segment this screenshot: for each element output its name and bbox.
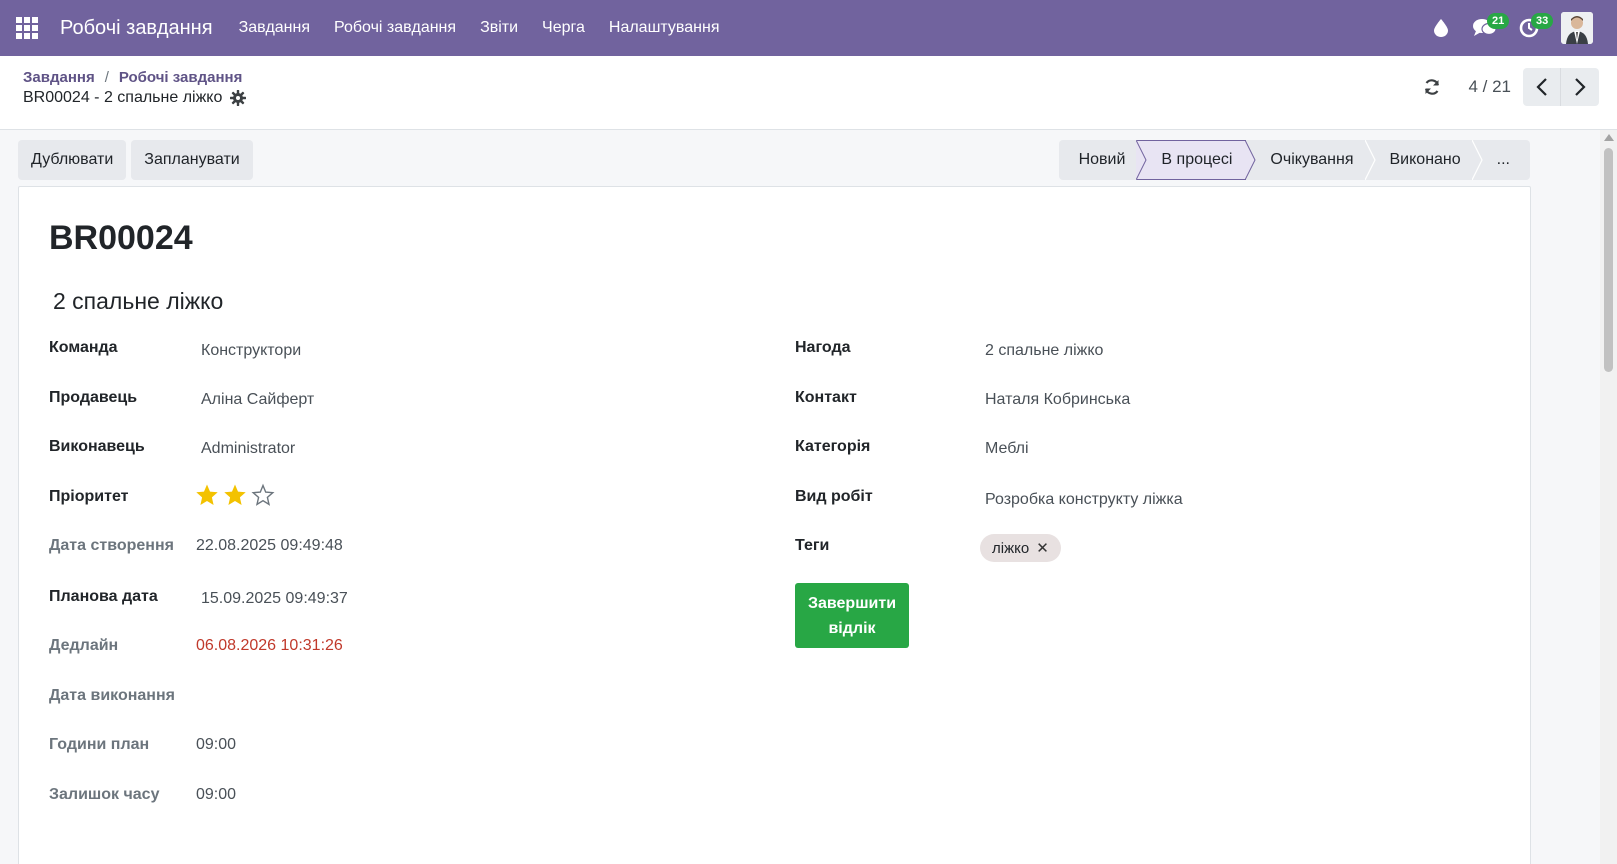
menu-item-tasks[interactable]: Завдання — [227, 0, 322, 56]
duplicate-button[interactable]: Дублювати — [18, 140, 127, 180]
stage-arrow — [1245, 140, 1256, 180]
user-portrait-icon — [1561, 12, 1593, 44]
reload-button[interactable] — [1414, 69, 1450, 105]
debug-droplet-button[interactable] — [1419, 0, 1463, 56]
activities-button[interactable]: 33 — [1507, 0, 1554, 56]
main-menu: Завдання Робочі завдання Звіти Черга Нал… — [227, 0, 732, 56]
done-date-label: Дата виконання — [49, 687, 175, 704]
star-filled-icon[interactable] — [195, 483, 219, 507]
stage-done[interactable]: Виконано — [1365, 140, 1483, 180]
stage-label: Новий — [1078, 151, 1126, 168]
scrollbar-thumb[interactable] — [1604, 148, 1613, 372]
tag-remove-icon[interactable]: ✕ — [1036, 539, 1049, 557]
breadcrumb-item-tasks[interactable]: Завдання — [23, 69, 95, 86]
category-field[interactable]: Меблі — [985, 440, 1029, 458]
chevron-left-icon — [1535, 78, 1547, 96]
schedule-button[interactable]: Запланувати — [131, 140, 253, 180]
create-date-value: 22.08.2025 09:49:48 — [196, 537, 343, 554]
record-reference: BR00024 — [49, 219, 193, 257]
pager-previous-button[interactable] — [1523, 68, 1561, 106]
record-title-row: BR00024 - 2 спальне ліжко — [23, 89, 247, 107]
team-field[interactable]: Конструктори — [201, 342, 301, 360]
activities-count-badge: 33 — [1531, 13, 1554, 29]
breadcrumb-item-work-tasks[interactable]: Робочі завдання — [119, 69, 242, 86]
assignee-field[interactable]: Administrator — [201, 440, 295, 458]
planned-hours-value: 09:00 — [196, 736, 237, 753]
record-name-field[interactable]: 2 спальне ліжко — [53, 288, 223, 315]
stage-label: Очікування — [1270, 151, 1354, 168]
stage-in-progress[interactable]: В процесі — [1137, 140, 1256, 180]
gear-icon — [230, 90, 247, 106]
chevron-right-icon — [1575, 78, 1586, 96]
star-empty-icon[interactable] — [251, 483, 275, 507]
salesperson-field[interactable]: Аліна Сайферт — [201, 391, 314, 409]
stage-statusbar: Новий В процесі Очікування Виконано ... — [1058, 140, 1530, 180]
droplet-icon — [1434, 19, 1448, 37]
refresh-icon — [1425, 79, 1440, 95]
stage-waiting[interactable]: Очікування — [1246, 140, 1376, 180]
category-label: Категорія — [795, 438, 871, 455]
stage-arrow — [1364, 140, 1376, 180]
user-avatar[interactable] — [1561, 12, 1593, 44]
deadline-label: Дедлайн — [49, 637, 119, 654]
create-date-label: Дата створення — [49, 537, 174, 554]
work-type-field[interactable]: Розробка конструкту ліжка — [985, 491, 1183, 509]
systray: 21 33 — [1419, 0, 1617, 56]
control-panel: Завдання / Робочі завдання BR00024 - 2 с… — [0, 56, 1617, 130]
form-sheet: BR00024 2 спальне ліжко Команда Конструк… — [18, 186, 1531, 864]
tag-chip: ліжко ✕ — [980, 534, 1061, 562]
app-menu-button[interactable] — [0, 0, 54, 56]
stage-arrow — [1136, 140, 1147, 180]
pager-area: 4 / 21 — [1414, 68, 1599, 106]
pager-value[interactable]: 4 / 21 — [1468, 77, 1511, 97]
apps-grid-icon — [16, 17, 38, 39]
team-label: Команда — [49, 339, 118, 356]
breadcrumb: Завдання / Робочі завдання — [23, 69, 242, 86]
stage-new[interactable]: Новий — [1058, 140, 1147, 180]
priority-stars — [195, 483, 279, 507]
menu-item-settings[interactable]: Налаштування — [597, 0, 732, 56]
app-brand[interactable]: Робочі завдання — [60, 17, 213, 40]
menu-item-reports[interactable]: Звіти — [468, 0, 530, 56]
form-area: Дублювати Запланувати Новий В процесі Оч… — [0, 130, 1600, 864]
form-action-buttons: Дублювати Запланувати — [18, 140, 258, 180]
tags-label: Теги — [795, 537, 830, 554]
work-type-label: Вид робіт — [795, 488, 873, 505]
contact-label: Контакт — [795, 389, 857, 406]
salesperson-label: Продавець — [49, 389, 138, 406]
stage-label: В процесі — [1161, 151, 1233, 168]
menu-item-work-tasks[interactable]: Робочі завдання — [322, 0, 468, 56]
menu-item-queue[interactable]: Черга — [530, 0, 597, 56]
stage-arrow — [1471, 140, 1483, 180]
record-actions-gear-button[interactable] — [230, 90, 247, 106]
page-scrollbar[interactable] — [1600, 130, 1617, 864]
remaining-hours-value: 09:00 — [196, 786, 237, 803]
planned-date-field[interactable]: 15.09.2025 09:49:37 — [201, 590, 348, 608]
deadline-value: 06.08.2026 10:31:26 — [196, 637, 343, 654]
opportunity-label: Нагода — [795, 339, 851, 356]
top-navbar: Робочі завдання Завдання Робочі завдання… — [0, 0, 1617, 56]
planned-hours-label: Години план — [49, 736, 150, 753]
opportunity-field[interactable]: 2 спальне ліжко — [985, 342, 1103, 360]
assignee-label: Виконавець — [49, 438, 145, 455]
remaining-hours-label: Залишок часу — [49, 786, 160, 803]
priority-label: Пріоритет — [49, 488, 129, 505]
tag-label: ліжко — [992, 539, 1030, 557]
finish-countdown-button[interactable]: Завершити відлік — [795, 583, 909, 648]
pager-next-button[interactable] — [1561, 68, 1599, 106]
star-filled-icon[interactable] — [223, 483, 247, 507]
breadcrumb-separator: / — [104, 69, 109, 86]
scroll-up-arrow-icon[interactable] — [1604, 134, 1614, 141]
messages-button[interactable]: 21 — [1463, 0, 1510, 56]
stage-label: Виконано — [1389, 151, 1461, 168]
planned-date-label: Планова дата — [49, 588, 158, 605]
record-display-name: BR00024 - 2 спальне ліжко — [23, 89, 223, 106]
stage-label: ... — [1496, 151, 1510, 168]
contact-field[interactable]: Наталя Кобринська — [985, 391, 1130, 409]
messages-count-badge: 21 — [1487, 13, 1510, 29]
